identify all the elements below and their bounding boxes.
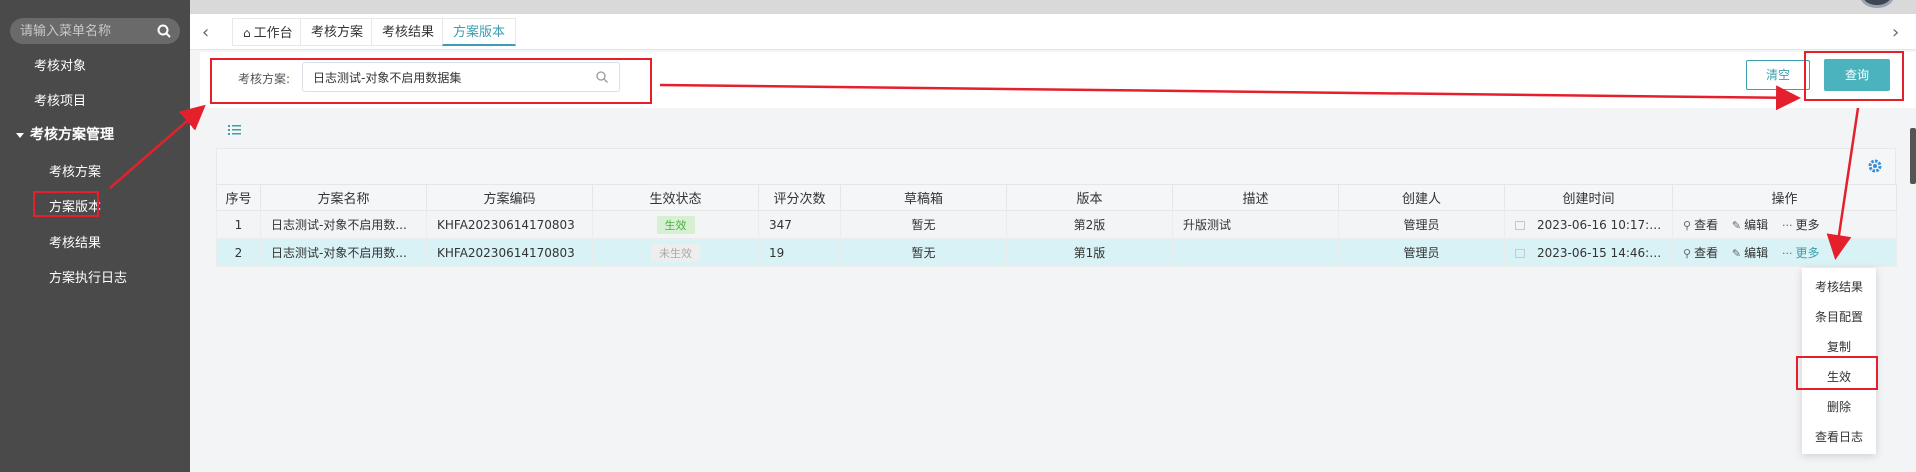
gear-icon[interactable] xyxy=(1867,158,1883,174)
version-table: 序号 方案名称 方案编码 生效状态 评分次数 草稿箱 版本 描述 创建人 创建时… xyxy=(216,184,1897,267)
cell-draft: 暂无 xyxy=(840,210,1007,239)
col-header: 创建时间 xyxy=(1504,184,1673,211)
more-button[interactable]: ··· 更多 xyxy=(1782,218,1820,232)
col-header: 序号 xyxy=(216,184,261,211)
menu-item-delete[interactable]: 删除 xyxy=(1802,398,1876,415)
view-label: 查看 xyxy=(1694,218,1719,232)
scrollbar-handle[interactable] xyxy=(1910,128,1916,184)
more-label: 更多 xyxy=(1795,218,1820,232)
cell-count: 19 xyxy=(758,238,841,267)
tab-plan-version[interactable]: 方案版本 xyxy=(442,18,517,46)
edit-label: 编辑 xyxy=(1744,246,1769,260)
cell-desc xyxy=(1172,238,1339,267)
cell-name: 日志测试-对象不启用数... xyxy=(260,238,427,267)
col-header: 生效状态 xyxy=(592,184,759,211)
sidebar-group-plan-management[interactable]: 考核方案管理 xyxy=(16,124,114,144)
cell-creator: 管理员 xyxy=(1338,238,1505,267)
annotation-box-sidebar xyxy=(33,191,99,217)
table-row[interactable]: 1 日志测试-对象不启用数... KHFA20230614170803 生效 3… xyxy=(216,210,1897,239)
sidebar-group-label: 考核方案管理 xyxy=(30,127,114,143)
col-header: 方案编码 xyxy=(426,184,593,211)
menu-item-view-log[interactable]: 查看日志 xyxy=(1802,428,1876,445)
cell-ops: ⚲ 查看 ✎ 编辑 ··· 更多 xyxy=(1672,238,1897,267)
sidebar: 考核对象 考核项目 考核方案管理 考核方案 方案版本 考核结果 方案执行日志 xyxy=(0,0,190,472)
more-button[interactable]: ··· 更多 xyxy=(1782,246,1820,260)
calendar-icon xyxy=(1515,220,1525,230)
clear-button[interactable]: 清空 xyxy=(1746,60,1810,90)
sidebar-item-assess-plan[interactable]: 考核方案 xyxy=(49,161,101,180)
cell-status: 未生效 xyxy=(592,238,759,267)
menu-item-copy[interactable]: 复制 xyxy=(1802,338,1876,355)
tab-assess-plan[interactable]: 考核方案 xyxy=(300,18,375,46)
tab-label: 工作台 xyxy=(253,26,293,41)
calendar-icon xyxy=(1515,248,1525,258)
cell-draft: 暂无 xyxy=(840,238,1007,267)
sidebar-item-assess-result[interactable]: 考核结果 xyxy=(49,232,101,251)
table-row[interactable]: 2 日志测试-对象不启用数... KHFA20230614170803 未生效 … xyxy=(216,238,1897,267)
more-label: 更多 xyxy=(1795,246,1820,260)
col-header: 创建人 xyxy=(1338,184,1505,211)
status-badge: 未生效 xyxy=(651,243,700,262)
more-icon: ··· xyxy=(1781,219,1793,232)
cell-count: 347 xyxy=(758,210,841,239)
view-label: 查看 xyxy=(1694,246,1719,260)
menu-search-input[interactable] xyxy=(20,18,150,44)
cell-code: KHFA20230614170803 xyxy=(426,210,593,239)
status-badge: 生效 xyxy=(656,215,695,234)
col-header: 描述 xyxy=(1172,184,1339,211)
menu-search[interactable] xyxy=(10,18,180,44)
cell-name: 日志测试-对象不启用数... xyxy=(260,210,427,239)
view-button[interactable]: ⚲ 查看 xyxy=(1683,246,1718,260)
col-header: 方案名称 xyxy=(260,184,427,211)
cell-created: 2023-06-15 14:46:48 xyxy=(1504,238,1673,267)
search-icon[interactable] xyxy=(156,23,172,39)
sidebar-item-plan-exec-log[interactable]: 方案执行日志 xyxy=(49,267,127,286)
tab-next-button[interactable]: › xyxy=(1892,22,1899,43)
tab-workbench[interactable]: ⌂ 工作台 xyxy=(232,18,304,46)
annotation-box-query-button xyxy=(1804,51,1904,101)
edit-button[interactable]: ✎ 编辑 xyxy=(1732,246,1768,260)
col-header: 评分次数 xyxy=(758,184,841,211)
annotation-box-query-field xyxy=(210,58,652,104)
edit-label: 编辑 xyxy=(1744,218,1769,232)
tab-prev-button[interactable]: ‹ xyxy=(202,22,209,43)
home-icon: ⌂ xyxy=(243,26,251,40)
cell-no: 2 xyxy=(216,238,261,267)
list-icon[interactable] xyxy=(228,124,242,136)
cell-no: 1 xyxy=(216,210,261,239)
menu-item-entry-config[interactable]: 条目配置 xyxy=(1802,308,1876,325)
menu-item-assess-result[interactable]: 考核结果 xyxy=(1802,278,1876,295)
created-time: 2023-06-16 10:17:57 xyxy=(1537,217,1665,232)
col-header: 版本 xyxy=(1006,184,1173,211)
avatar[interactable] xyxy=(1860,0,1894,8)
edit-icon: ✎ xyxy=(1731,247,1742,260)
view-icon: ⚲ xyxy=(1683,247,1692,260)
sidebar-item-assess-object[interactable]: 考核对象 xyxy=(34,55,86,74)
cell-version: 第1版 xyxy=(1006,238,1173,267)
top-strip xyxy=(190,0,1916,14)
col-header: 草稿箱 xyxy=(840,184,1007,211)
edit-button[interactable]: ✎ 编辑 xyxy=(1732,218,1768,232)
cell-ops: ⚲ 查看 ✎ 编辑 ··· 更多 xyxy=(1672,210,1897,239)
cell-desc: 升版测试 xyxy=(1172,210,1339,239)
tab-assess-result[interactable]: 考核结果 xyxy=(371,18,446,46)
col-header: 操作 xyxy=(1672,184,1897,211)
tab-bar: ‹ ⌂ 工作台 考核方案 考核结果 方案版本 › xyxy=(190,14,1916,50)
cell-creator: 管理员 xyxy=(1338,210,1505,239)
cell-status: 生效 xyxy=(592,210,759,239)
more-icon: ··· xyxy=(1781,247,1793,260)
cell-version: 第2版 xyxy=(1006,210,1173,239)
sidebar-item-assess-project[interactable]: 考核项目 xyxy=(34,90,86,109)
view-button[interactable]: ⚲ 查看 xyxy=(1683,218,1718,232)
view-icon: ⚲ xyxy=(1683,219,1692,232)
annotation-box-activate xyxy=(1796,356,1878,390)
caret-down-icon xyxy=(16,132,24,138)
cell-code: KHFA20230614170803 xyxy=(426,238,593,267)
created-time: 2023-06-15 14:46:48 xyxy=(1537,245,1665,260)
edit-icon: ✎ xyxy=(1731,219,1742,232)
table-header-row: 序号 方案名称 方案编码 生效状态 评分次数 草稿箱 版本 描述 创建人 创建时… xyxy=(216,184,1897,211)
table-toolbar xyxy=(216,148,1896,184)
cell-created: 2023-06-16 10:17:57 xyxy=(1504,210,1673,239)
